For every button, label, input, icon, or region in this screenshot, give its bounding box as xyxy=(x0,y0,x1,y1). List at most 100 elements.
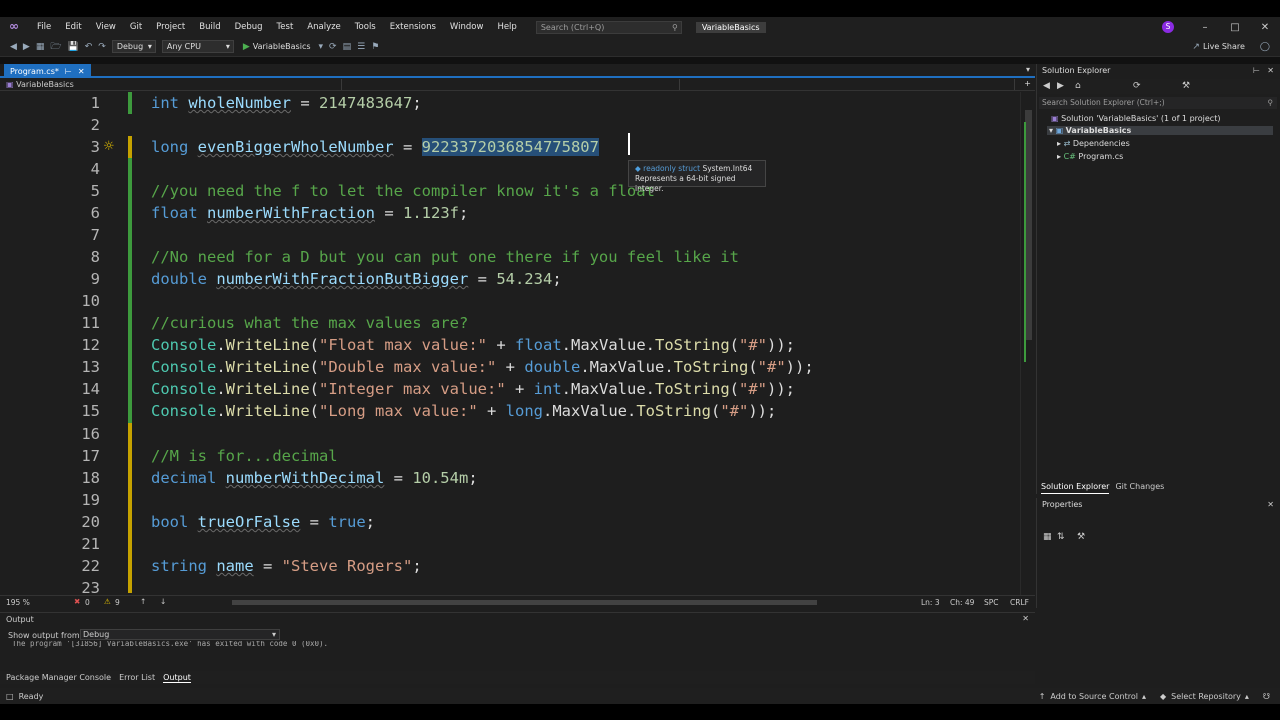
menu-file[interactable]: File xyxy=(30,22,58,32)
menu-view[interactable]: View xyxy=(89,22,123,32)
code-editor[interactable]: 1 int wholeNumber = 2147483647; 2 3 long e… xyxy=(0,92,1020,595)
warning-count[interactable]: 9 xyxy=(115,598,120,607)
line-number: 1 xyxy=(90,94,100,112)
horizontal-scrollbar[interactable] xyxy=(232,600,817,605)
redo-icon[interactable]: ↷ xyxy=(98,42,106,52)
menu-build[interactable]: Build xyxy=(192,22,227,32)
run-dropdown-icon[interactable]: ▾ xyxy=(319,42,324,52)
select-repository-button[interactable]: Select Repository xyxy=(1171,692,1241,701)
avatar[interactable]: S xyxy=(1162,21,1174,33)
line-number: 8 xyxy=(90,248,100,266)
notifications-icon[interactable]: ☋ xyxy=(1263,692,1270,701)
home-icon[interactable]: ⌂ xyxy=(1075,81,1081,91)
live-share-button[interactable]: Live Share xyxy=(1203,42,1245,51)
save-icon[interactable]: 💾 xyxy=(68,42,79,52)
tab-overflow-icon[interactable]: ▾ xyxy=(1026,65,1030,74)
open-icon[interactable]: 🗁 xyxy=(50,39,61,55)
close-icon[interactable]: ✕ xyxy=(1267,66,1274,75)
minimize-icon[interactable]: – xyxy=(1190,22,1220,33)
menu-help[interactable]: Help xyxy=(490,22,523,32)
bookmark-icon[interactable]: ⚑ xyxy=(371,42,379,52)
pin-icon[interactable]: ⊢ xyxy=(65,67,72,76)
alphabetical-icon[interactable]: ⇅ xyxy=(1057,532,1065,542)
column-indicator[interactable]: Ch: 49 xyxy=(950,598,974,607)
project-dropdown[interactable]: ▣ VariableBasics xyxy=(0,79,342,90)
menu-edit[interactable]: Edit xyxy=(58,22,88,32)
new-file-icon[interactable]: ▦ xyxy=(36,42,45,52)
search-box[interactable]: Search (Ctrl+Q) ⚲ xyxy=(535,20,682,34)
tree-solution[interactable]: ▣ Solution 'VariableBasics' (1 of 1 proj… xyxy=(1051,114,1220,123)
menu-project[interactable]: Project xyxy=(149,22,192,32)
tab-package-manager-console[interactable]: Package Manager Console xyxy=(6,673,111,682)
show-output-label: Show output from: xyxy=(8,631,83,640)
pin-icon[interactable]: ⊢ xyxy=(1253,66,1260,75)
hot-reload-icon[interactable]: ⟳ xyxy=(329,42,337,52)
tab-output[interactable]: Output xyxy=(163,673,191,683)
menu-tools[interactable]: Tools xyxy=(348,22,383,32)
tree-program-cs[interactable]: ▸ C# Program.cs xyxy=(1057,152,1123,161)
menu-debug[interactable]: Debug xyxy=(228,22,270,32)
wrench-icon[interactable]: ⚒ xyxy=(1182,81,1190,91)
token: = xyxy=(300,513,329,531)
menu-extensions[interactable]: Extensions xyxy=(383,22,443,32)
live-share-icon[interactable]: ↗ xyxy=(1192,42,1200,52)
close-icon[interactable]: ✕ xyxy=(1250,22,1280,33)
whitespace-indicator[interactable]: SPC xyxy=(984,598,999,607)
menu-test[interactable]: Test xyxy=(270,22,301,32)
scrollbar-thumb[interactable] xyxy=(1025,110,1032,340)
status-ready: Ready xyxy=(18,691,44,701)
line-number: 12 xyxy=(81,336,100,354)
tree-solution-label: Solution 'VariableBasics' (1 of 1 projec… xyxy=(1061,114,1221,123)
config-dropdown[interactable]: Debug ▾ xyxy=(111,40,156,53)
forward-icon[interactable]: ▶ xyxy=(1057,81,1064,91)
split-icon[interactable]: + xyxy=(1024,79,1031,88)
platform-dropdown[interactable]: Any CPU ▾ xyxy=(161,40,234,53)
close-icon[interactable]: ✕ xyxy=(1022,614,1029,623)
run-button[interactable]: VariableBasics xyxy=(253,42,311,51)
wrench-icon[interactable]: ⚒ xyxy=(1077,532,1085,542)
line-ending-indicator[interactable]: CRLF xyxy=(1010,598,1029,607)
add-source-control-button[interactable]: Add to Source Control xyxy=(1050,692,1138,701)
window-icon[interactable]: ▤ xyxy=(343,42,352,52)
zoom-level[interactable]: 195 % xyxy=(6,598,30,607)
tab-program-cs[interactable]: Program.cs* ⊢ ✕ xyxy=(4,64,91,78)
feedback-icon[interactable]: ◯ xyxy=(1260,42,1270,52)
format-icon[interactable]: ☰ xyxy=(357,42,365,52)
token: ; xyxy=(365,513,375,531)
editor-vertical-scrollbar[interactable] xyxy=(1020,92,1035,595)
forward-icon[interactable]: ▶ xyxy=(23,42,30,52)
arrow-down-icon[interactable]: ↓ xyxy=(160,597,166,606)
output-source-dropdown[interactable]: Debug ▾ xyxy=(80,629,280,640)
error-count[interactable]: 0 xyxy=(85,598,90,607)
undo-icon[interactable]: ↶ xyxy=(85,42,93,52)
refresh-icon[interactable]: ⟳ xyxy=(1133,81,1141,91)
arrow-up-icon[interactable]: ↑ xyxy=(140,597,146,606)
menu-analyze[interactable]: Analyze xyxy=(300,22,348,32)
properties-title: Properties xyxy=(1037,498,1280,512)
menu-git[interactable]: Git xyxy=(123,22,149,32)
separator xyxy=(0,57,1280,64)
menu-window[interactable]: Window xyxy=(443,22,491,32)
line-number: 22 xyxy=(81,557,100,575)
properties-panel: Properties ✕ ▦ ⇅ ⚒ xyxy=(1036,498,1280,608)
line-number: 3 xyxy=(90,138,100,156)
categorized-icon[interactable]: ▦ xyxy=(1043,532,1052,542)
tab-error-list[interactable]: Error List xyxy=(119,673,155,682)
close-tab-icon[interactable]: ✕ xyxy=(78,67,85,76)
tooltip-description: Represents a 64-bit signed integer. xyxy=(635,174,736,193)
play-icon[interactable]: ▶ xyxy=(243,42,250,52)
back-icon[interactable]: ◀ xyxy=(10,42,17,52)
lightbulb-icon[interactable]: ☼ xyxy=(103,139,115,154)
tree-project[interactable]: ▾ ▣ VariableBasics xyxy=(1047,126,1273,135)
tab-solution-explorer[interactable]: Solution Explorer xyxy=(1041,482,1110,494)
type-dropdown[interactable] xyxy=(342,79,680,90)
member-dropdown[interactable] xyxy=(680,79,1015,90)
tab-git-changes[interactable]: Git Changes xyxy=(1115,482,1164,494)
solution-search-input[interactable]: Search Solution Explorer (Ctrl+;) ⚲ xyxy=(1039,97,1277,109)
line-number: 9 xyxy=(90,270,100,288)
line-indicator[interactable]: Ln: 3 xyxy=(921,598,940,607)
tree-dependencies[interactable]: ▸ ⇄ Dependencies xyxy=(1057,139,1130,148)
maximize-icon[interactable]: □ xyxy=(1220,22,1250,33)
close-icon[interactable]: ✕ xyxy=(1267,500,1274,509)
back-icon[interactable]: ◀ xyxy=(1043,81,1050,91)
